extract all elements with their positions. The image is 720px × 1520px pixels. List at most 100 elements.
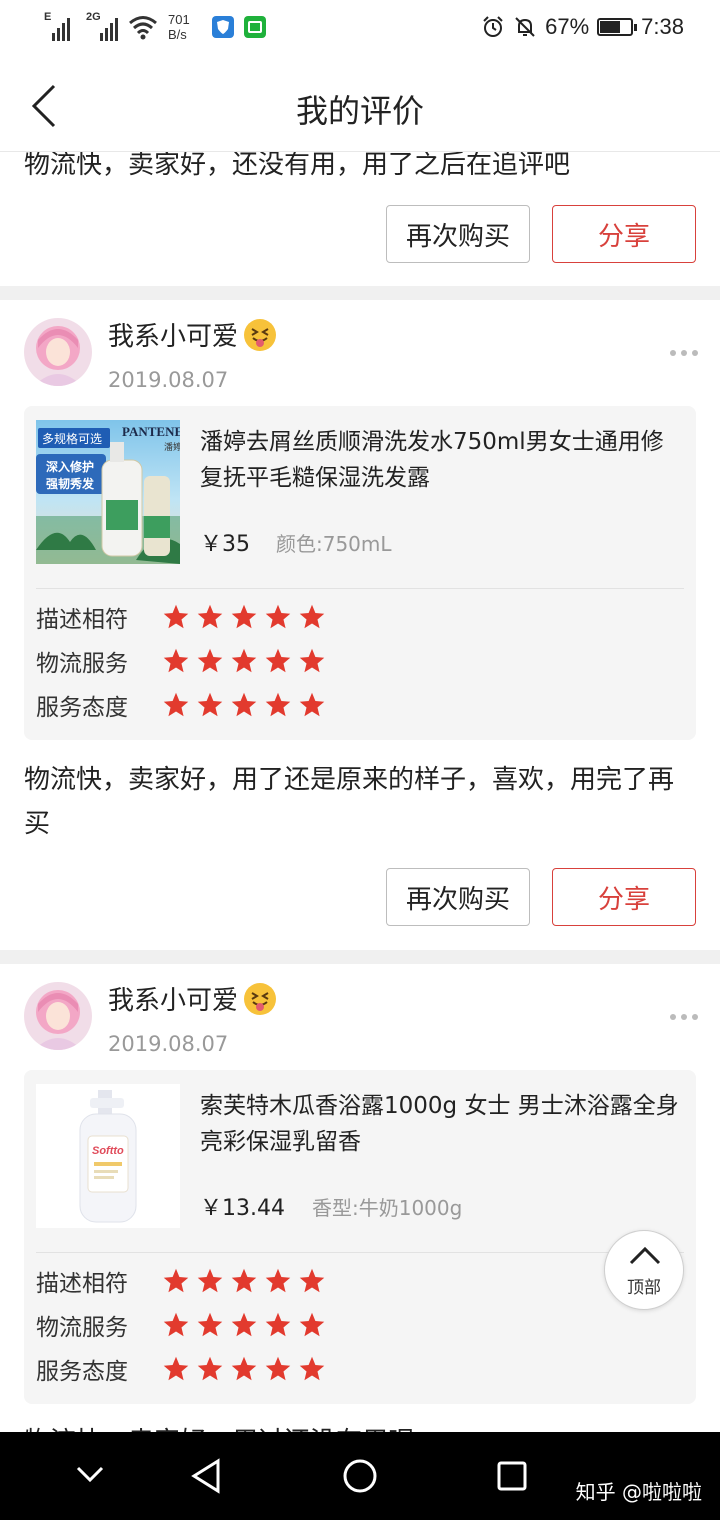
star-icon: [231, 648, 257, 673]
rating-row-description: 描述相符: [36, 1264, 326, 1298]
scroll-to-top-label: 顶部: [627, 1278, 661, 1298]
product-name[interactable]: 索芙特木瓜香浴露1000g 女士 男士沐浴露全身亮彩保湿乳留香: [200, 1088, 680, 1160]
rebuy-button[interactable]: 再次购买: [386, 868, 530, 926]
avatar[interactable]: [24, 982, 92, 1050]
network-type-label: E: [44, 11, 52, 23]
divider: [0, 286, 720, 300]
share-button[interactable]: 分享: [552, 205, 696, 263]
rebuy-button[interactable]: 再次购买: [386, 205, 530, 263]
clock: 7:38: [641, 14, 684, 39]
rating-row-logistics: 物流服务: [36, 644, 326, 678]
more-options-icon[interactable]: [670, 1014, 698, 1020]
star-icon: [299, 648, 325, 673]
star-icon: [197, 1356, 223, 1381]
rating-label: 服务态度: [36, 1359, 128, 1385]
avatar[interactable]: [24, 318, 92, 386]
review-text: 物流快，卖家好，还没有用，用了之后在追评吧: [24, 152, 571, 180]
review-item: 我系小可爱 2019.08.07 Softto 索芙特木瓜香浴露1000g 女士…: [0, 964, 720, 1432]
username: 我系小可爱: [108, 986, 239, 1016]
watermark: 知乎 @啦啦啦: [575, 1480, 702, 1504]
review-date: 2019.08.07: [108, 368, 229, 392]
rating-row-logistics: 物流服务: [36, 1308, 326, 1342]
star-icon: [163, 1312, 189, 1337]
review-text: 物流快，卖家好，用过还没有用呢: [24, 1420, 696, 1432]
net-speed: 701 B/s: [168, 12, 202, 42]
product-thumbnail[interactable]: Softto: [36, 1084, 180, 1228]
signal-2g-icon: 2G: [86, 11, 118, 41]
star-icon: [231, 604, 257, 629]
rating-label: 服务态度: [36, 695, 128, 721]
star-rating: [162, 647, 326, 675]
review-list[interactable]: 物流快，卖家好，还没有用，用了之后在追评吧 再次购买 分享 我系小可爱 2019…: [0, 152, 720, 1432]
iqiyi-app-icon: [244, 16, 266, 38]
star-icon: [299, 604, 325, 629]
star-rating: [162, 1355, 326, 1383]
star-icon: [197, 604, 223, 629]
star-rating: [162, 603, 326, 631]
review-item: 我系小可爱 2019.08.07 PANTENE 潘婷 多规格可选 深入修护 强…: [0, 300, 720, 926]
star-icon: [265, 692, 291, 717]
signal-icon: E: [44, 11, 76, 41]
star-icon: [265, 1356, 291, 1381]
star-icon: [163, 1356, 189, 1381]
scroll-to-top-button[interactable]: 顶部: [604, 1230, 684, 1310]
star-icon: [265, 648, 291, 673]
divider: [36, 1252, 684, 1253]
product-name[interactable]: 潘婷去屑丝质顺滑洗发水750ml男女士通用修复抚平毛糙保湿洗发露: [200, 424, 680, 496]
star-icon: [299, 1268, 325, 1293]
product-badge-text: 多规格可选: [42, 431, 102, 446]
recents-square-icon[interactable]: [496, 1460, 528, 1492]
page-title: 我的评价: [295, 92, 424, 130]
alarm-icon: [483, 16, 503, 37]
product-card[interactable]: PANTENE 潘婷 多规格可选 深入修护 强韧秀发 潘婷去屑丝质顺滑洗发水75…: [24, 406, 696, 740]
rating-label: 描述相符: [36, 607, 128, 633]
product-price: ￥13.44: [200, 1196, 285, 1221]
more-options-icon[interactable]: [670, 350, 698, 356]
shield-app-icon: [212, 16, 234, 38]
star-icon: [163, 648, 189, 673]
divider: [36, 588, 684, 589]
star-icon: [231, 692, 257, 717]
net-speed-value: 701: [168, 12, 190, 27]
battery-percent: 67%: [545, 14, 590, 39]
squinting-tongue-emoji-icon: [244, 982, 277, 1015]
star-rating: [162, 1311, 326, 1339]
chevron-down-icon[interactable]: [76, 1466, 104, 1484]
home-circle-icon[interactable]: [342, 1458, 378, 1494]
product-tagline-1: 深入修护: [46, 459, 94, 474]
star-icon: [163, 1268, 189, 1293]
star-icon: [265, 1268, 291, 1293]
product-tagline-2: 强韧秀发: [46, 476, 95, 491]
product-card[interactable]: Softto 索芙特木瓜香浴露1000g 女士 男士沐浴露全身亮彩保湿乳留香 ￥…: [24, 1070, 696, 1404]
product-thumbnail[interactable]: PANTENE 潘婷 多规格可选 深入修护 强韧秀发: [36, 420, 180, 564]
app-header: 我的评价: [0, 60, 720, 152]
rating-row-description: 描述相符: [36, 600, 326, 634]
network-type-2g-label: 2G: [86, 11, 101, 23]
star-icon: [197, 1268, 223, 1293]
product-price: ￥35: [200, 532, 250, 557]
battery-icon: [597, 18, 638, 36]
rating-row-service: 服务态度: [36, 688, 326, 722]
rating-row-service: 服务态度: [36, 1352, 326, 1386]
net-speed-unit: B/s: [168, 27, 187, 42]
product-brand-text: PANTENE: [122, 424, 180, 439]
battery-fill: [600, 21, 621, 33]
username: 我系小可爱: [108, 322, 239, 352]
star-icon: [197, 648, 223, 673]
star-icon: [231, 1268, 257, 1293]
share-button[interactable]: 分享: [552, 868, 696, 926]
star-icon: [299, 692, 325, 717]
rating-label: 物流服务: [36, 651, 128, 677]
system-nav-bar: 知乎 @啦啦啦: [0, 1432, 720, 1520]
rating-label: 描述相符: [36, 1271, 128, 1297]
divider: [0, 950, 720, 964]
star-icon: [163, 692, 189, 717]
back-triangle-icon[interactable]: [190, 1458, 222, 1494]
rating-label: 物流服务: [36, 1315, 128, 1341]
star-icon: [265, 604, 291, 629]
squinting-tongue-emoji-icon: [244, 318, 277, 351]
star-rating: [162, 1267, 326, 1295]
star-icon: [231, 1312, 257, 1337]
star-icon: [265, 1312, 291, 1337]
star-icon: [163, 604, 189, 629]
